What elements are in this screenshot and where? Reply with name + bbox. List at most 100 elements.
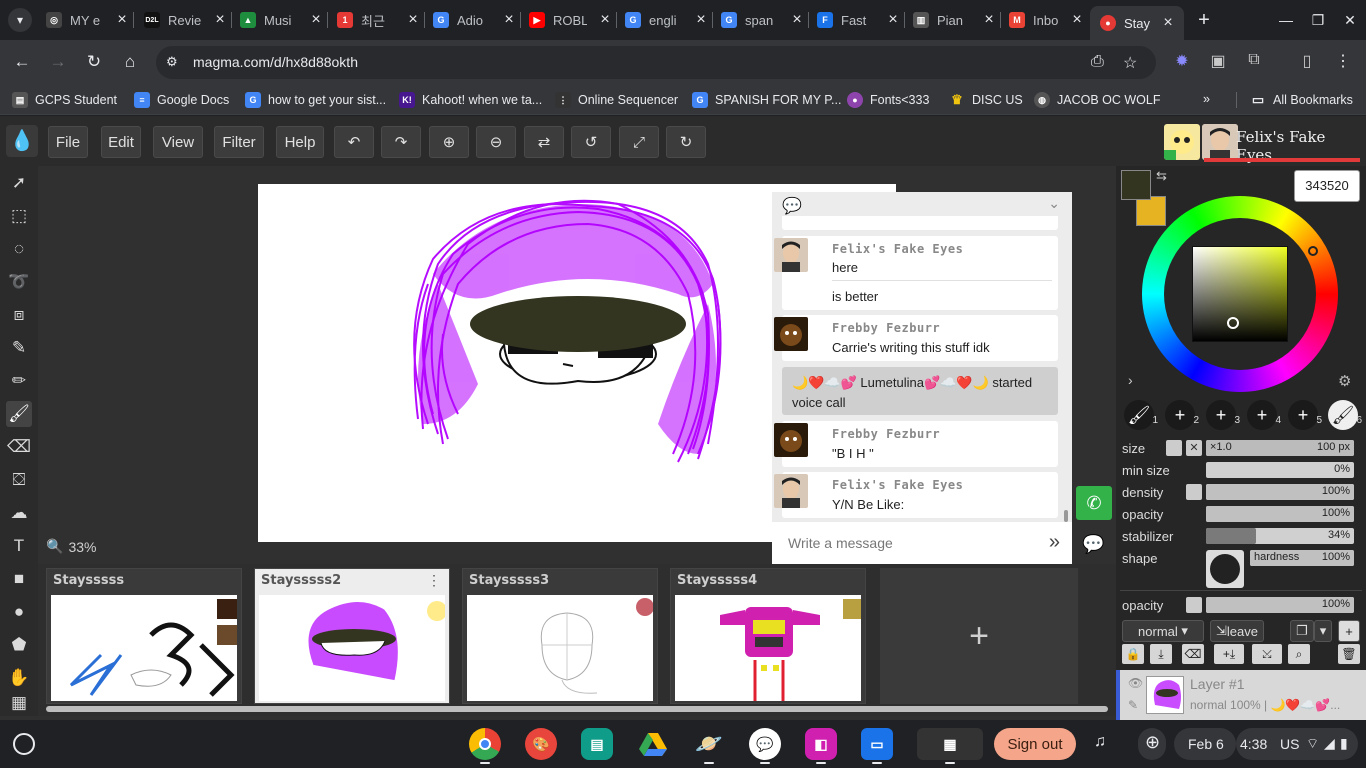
add-layer-icon[interactable]: + — [1338, 620, 1360, 642]
duplicate-layer-icon[interactable]: ❐ — [1290, 620, 1314, 642]
close-icon[interactable]: × — [405, 11, 421, 29]
min-size-slider[interactable]: 0% — [1206, 462, 1354, 478]
close-icon[interactable]: × — [597, 11, 613, 29]
bookmark[interactable]: ◍ JACOB OC WOLF — [1034, 92, 1160, 108]
document-card[interactable]: Staysssss — [46, 568, 242, 704]
close-window-icon[interactable]: ✕ — [1338, 8, 1362, 32]
bookmark[interactable]: ♛ DISC US — [949, 92, 1023, 108]
zoom-indicator[interactable]: 🔍 33% — [46, 538, 96, 555]
install-icon[interactable]: ⎙ — [1091, 53, 1104, 71]
color-hex-field[interactable]: 343520 — [1294, 170, 1360, 202]
flip-icon[interactable]: ⇄ — [524, 126, 564, 158]
site-info-icon[interactable]: ⚙ — [166, 54, 182, 70]
smudge-icon[interactable]: ☁ — [6, 500, 32, 526]
chat-scrollbar[interactable] — [1064, 510, 1068, 522]
close-icon[interactable]: × — [885, 11, 901, 29]
classroom-icon[interactable]: ▤ — [581, 728, 613, 760]
bookmark[interactable]: K! Kahoot! when we ta... — [399, 92, 542, 108]
lock-icon[interactable]: 🔒 — [1122, 644, 1144, 664]
sign-out-button[interactable]: Sign out — [994, 728, 1076, 760]
brush-slot-2[interactable]: +2 — [1165, 400, 1199, 430]
menu-view[interactable]: View — [153, 126, 203, 158]
trash-icon[interactable]: 🗑 — [1338, 644, 1360, 664]
layer-opacity-slider[interactable]: 100% — [1206, 597, 1354, 613]
tab[interactable]: ◎ MY e × — [46, 6, 130, 34]
film-icon[interactable]: ▦ — [6, 690, 32, 716]
window-preview-icon[interactable]: ▦ — [917, 728, 983, 760]
bookmark-star-icon[interactable]: ☆ — [1123, 53, 1137, 73]
tab-active[interactable]: ● Stay × — [1090, 6, 1184, 40]
tab[interactable]: 1 최근 × — [337, 6, 421, 34]
forward-icon[interactable]: → — [46, 50, 70, 74]
magma-logo-icon[interactable]: 💧 — [6, 125, 38, 157]
shape-icon[interactable]: ⬟ — [6, 632, 32, 658]
brush-slot-5[interactable]: +5 — [1288, 400, 1322, 430]
tab[interactable]: D2L Revie × — [144, 6, 228, 34]
ellipse-icon[interactable]: ● — [6, 599, 32, 625]
side-panel-icon[interactable]: ▯ — [1296, 51, 1318, 73]
transform-icon[interactable]: ⧈ — [6, 302, 32, 328]
add-tray-icon[interactable]: ⊕ — [1138, 728, 1166, 760]
hue-handle[interactable] — [1308, 246, 1318, 256]
saturation-value-square[interactable] — [1192, 246, 1288, 342]
close-icon[interactable]: × — [789, 11, 805, 29]
secondary-color-swatch[interactable] — [1136, 196, 1166, 226]
all-bookmarks[interactable]: ▭ All Bookmarks — [1250, 92, 1353, 108]
stabilizer-slider[interactable]: 34% — [1206, 528, 1354, 544]
tab[interactable]: F Fast × — [817, 6, 901, 34]
tab[interactable]: ▲ Musi × — [240, 6, 324, 34]
rect-select-icon[interactable]: ⬚ — [6, 203, 32, 229]
horizontal-scrollbar[interactable] — [46, 706, 1108, 712]
bookmark[interactable]: Ghow to get your sist... — [245, 92, 386, 108]
close-icon[interactable]: × — [693, 11, 709, 29]
extension-icon[interactable]: ▣ — [1207, 51, 1229, 73]
bookmark[interactable]: ● Fonts<333 — [847, 92, 929, 108]
fill-icon[interactable]: ⛋ — [6, 467, 32, 493]
avatar[interactable] — [1202, 124, 1238, 160]
opacity-slider[interactable]: 100% — [1206, 506, 1354, 522]
zoom-in-icon[interactable]: ⊕ — [429, 126, 469, 158]
merge-icon[interactable]: +⤓ — [1214, 644, 1244, 664]
chrome-icon[interactable] — [469, 728, 501, 760]
brush-slot-4[interactable]: +4 — [1247, 400, 1281, 430]
menu-filter[interactable]: Filter — [214, 126, 264, 158]
primary-color-swatch[interactable] — [1121, 170, 1151, 200]
media-icon[interactable]: ♫ — [1094, 733, 1106, 751]
close-icon[interactable]: × — [308, 11, 324, 29]
layer-menu-icon[interactable]: ▾ — [1314, 620, 1332, 642]
drive-icon[interactable] — [637, 728, 669, 760]
move-tool-icon[interactable]: ➚ — [6, 170, 32, 196]
size-slider[interactable]: ×1.0 100 px — [1206, 440, 1354, 456]
send-icon[interactable]: » — [1049, 531, 1060, 554]
transfer-icon[interactable]: ⤩ — [1252, 644, 1282, 664]
tab[interactable]: G Adio × — [433, 6, 517, 34]
redo-icon[interactable]: ↷ — [381, 126, 421, 158]
menu-file[interactable]: File — [48, 126, 88, 158]
menu-help[interactable]: Help — [276, 126, 324, 158]
close-icon[interactable]: × — [981, 11, 997, 29]
close-icon[interactable]: × — [1069, 11, 1085, 29]
close-icon[interactable]: × — [212, 11, 228, 29]
reload-icon[interactable]: ↻ — [82, 50, 106, 74]
zoom-out-icon[interactable]: ⊖ — [476, 126, 516, 158]
chat-toggle-icon[interactable]: 💬 — [1082, 534, 1104, 555]
leave-button[interactable]: ⇲ leave — [1210, 620, 1264, 642]
brush-slot-1[interactable]: 🖌 1 — [1124, 400, 1158, 430]
hand-icon[interactable]: ✋ — [6, 665, 32, 691]
close-icon[interactable]: ✕ — [1186, 440, 1202, 456]
canvas-app-icon[interactable]: 🎨 — [525, 728, 557, 760]
extension-icon[interactable]: ✹ — [1171, 51, 1193, 73]
chevron-right-icon[interactable]: › — [1128, 372, 1133, 388]
close-icon[interactable]: × — [114, 11, 130, 29]
eraser-layer-icon[interactable]: ⌫ — [1182, 644, 1204, 664]
layer-opacity-checkbox[interactable] — [1186, 597, 1202, 613]
puzzle-icon[interactable]: ⧉ — [1243, 51, 1265, 73]
tab[interactable]: ▥ Pian × — [913, 6, 997, 34]
voice-call-button[interactable]: ✆ — [1076, 486, 1112, 520]
eye-icon[interactable]: 👁 — [1128, 676, 1143, 690]
layer-item[interactable]: 👁 ✎ Layer #1 normal 100% | 🌙❤️☁️💕... — [1116, 670, 1366, 720]
screencast-icon[interactable]: ◧ — [805, 728, 837, 760]
pencil-icon[interactable]: ✏ — [6, 368, 32, 394]
eraser-icon[interactable]: ⌫ — [6, 434, 32, 460]
back-icon[interactable]: ← — [10, 50, 34, 74]
